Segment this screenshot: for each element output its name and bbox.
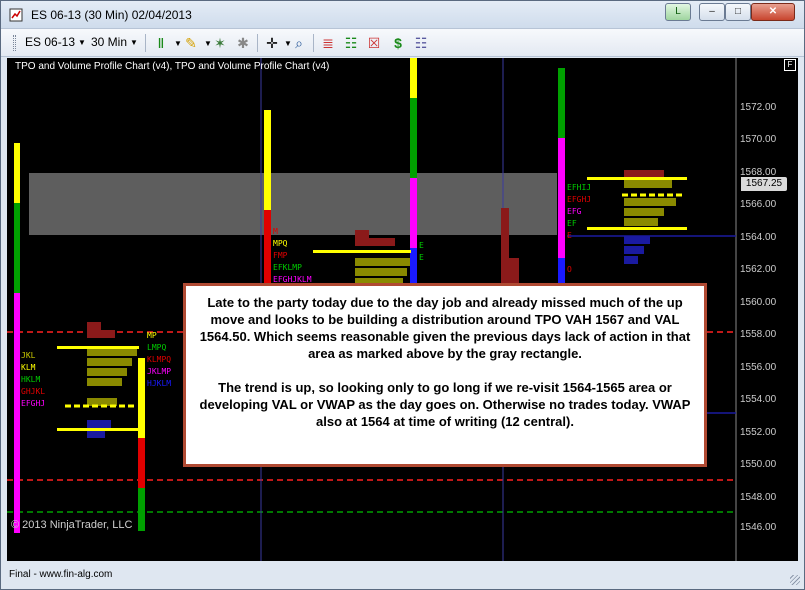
- svg-text:O: O: [567, 265, 572, 274]
- svg-text:EFGHJ: EFGHJ: [567, 195, 591, 204]
- maximize-icon: □: [734, 6, 742, 17]
- window-title: ES 06-13 (30 Min) 02/04/2013: [31, 8, 192, 22]
- price-axis-label: 1554.00: [740, 394, 777, 405]
- svg-text:JKL: JKL: [21, 351, 36, 360]
- minimize-icon: –: [709, 6, 715, 17]
- chart-toolbar: ES 06-13 ▼ 30 Min ▼ Ⅱ ▼ ✎ ▼ ✶ ✱ ✛ ▼ ⌕ ≣ ☷ …: [1, 29, 804, 57]
- chart-window: ES 06-13 (30 Min) 02/04/2013 L – □ ✕ ES …: [0, 0, 805, 590]
- svg-text:FMP: FMP: [273, 251, 288, 260]
- price-axis-label: 1564.00: [740, 232, 777, 243]
- svg-text:HJKLM: HJKLM: [147, 379, 171, 388]
- svg-text:E: E: [419, 241, 424, 250]
- properties-icon[interactable]: ☷: [412, 34, 430, 52]
- chevron-down-icon: ▼: [130, 38, 138, 48]
- chevron-down-icon[interactable]: ▼: [174, 39, 182, 48]
- close-button[interactable]: ✕: [751, 3, 795, 21]
- chevron-down-icon: ▼: [78, 38, 86, 48]
- maximize-button[interactable]: □: [725, 3, 751, 21]
- svg-text:MP: MP: [147, 331, 157, 340]
- gray-zone-rectangle: [29, 173, 557, 235]
- period-selector[interactable]: 30 Min ▼: [91, 35, 138, 49]
- svg-text:E: E: [567, 231, 572, 240]
- svg-text:GHJKL: GHJKL: [21, 387, 45, 396]
- price-axis-label: 1552.00: [740, 427, 777, 438]
- annotation-paragraph: Late to the party today due to the day j…: [199, 295, 691, 361]
- annotation-text-box[interactable]: Late to the party today due to the day j…: [183, 283, 707, 467]
- instrument-label: ES 06-13: [25, 35, 76, 49]
- crosshair-icon[interactable]: ✛: [263, 34, 281, 52]
- close-icon: ✕: [768, 6, 778, 17]
- toolbar-separator: [145, 34, 146, 52]
- price-axis-label: 1572.00: [740, 102, 777, 113]
- copyright-notice: © 2013 NinjaTrader, LLC: [11, 519, 133, 531]
- minimize-button[interactable]: –: [699, 3, 725, 21]
- bar-style-icon[interactable]: Ⅱ: [152, 34, 170, 52]
- status-bar: Final - www.fin-alg.com: [1, 563, 804, 589]
- svg-text:EFG: EFG: [567, 207, 582, 216]
- svg-text:MPQ: MPQ: [273, 239, 288, 248]
- price-axis-label: 1566.00: [740, 199, 777, 210]
- data-box-icon[interactable]: ☒: [365, 34, 383, 52]
- title-bar[interactable]: ES 06-13 (30 Min) 02/04/2013 L – □ ✕: [1, 1, 804, 29]
- svg-text:KLM: KLM: [21, 363, 36, 372]
- price-axis-label: 1558.00: [740, 329, 777, 340]
- indicators-icon[interactable]: ≣: [319, 34, 337, 52]
- f-badge[interactable]: F: [784, 59, 796, 71]
- drawing-tools-icon[interactable]: ✎: [182, 34, 200, 52]
- svg-text:HKLM: HKLM: [21, 375, 40, 384]
- svg-text:EFKLMP: EFKLMP: [273, 263, 302, 272]
- price-axis-label: 1550.00: [740, 459, 777, 470]
- price-axis-label: 1560.00: [740, 297, 777, 308]
- svg-text:M: M: [273, 227, 278, 236]
- tools-icon[interactable]: ✶: [211, 34, 229, 52]
- price-axis-label: 1556.00: [740, 362, 777, 373]
- chart-trader-icon[interactable]: ✱: [234, 34, 252, 52]
- svg-text:LMPQ: LMPQ: [147, 343, 166, 352]
- svg-text:E: E: [419, 253, 424, 262]
- link-button[interactable]: L: [665, 3, 691, 21]
- svg-text:EF: EF: [567, 219, 577, 228]
- price-axis-label: 1548.00: [740, 492, 777, 503]
- svg-text:EFHIJ: EFHIJ: [567, 183, 591, 192]
- dollar-icon[interactable]: $: [389, 34, 407, 52]
- price-axis-label: 1546.00: [740, 522, 777, 533]
- status-text: Final - www.fin-alg.com: [9, 569, 113, 580]
- svg-text:EFGHJ: EFGHJ: [21, 399, 45, 408]
- indicator-label: TPO and Volume Profile Chart (v4), TPO a…: [15, 61, 330, 72]
- price-axis-label: 1570.00: [740, 134, 777, 145]
- toolbar-separator: [313, 34, 314, 52]
- period-label: 30 Min: [91, 35, 128, 49]
- annotation-paragraph: The trend is up, so looking only to go l…: [199, 380, 691, 429]
- toolbar-separator: [257, 34, 258, 52]
- current-price-marker: 1567.25: [741, 177, 787, 191]
- toolbar-grip[interactable]: [13, 35, 16, 51]
- strategies-icon[interactable]: ☷: [342, 34, 360, 52]
- price-axis-label: 1562.00: [740, 264, 777, 275]
- chart-app-icon: [9, 8, 23, 22]
- zoom-icon[interactable]: ⌕: [290, 34, 308, 52]
- svg-text:KLMPQ: KLMPQ: [147, 355, 171, 364]
- svg-text:JKLMP: JKLMP: [147, 367, 171, 376]
- resize-grip[interactable]: [790, 575, 800, 585]
- instrument-selector[interactable]: ES 06-13 ▼: [25, 35, 86, 49]
